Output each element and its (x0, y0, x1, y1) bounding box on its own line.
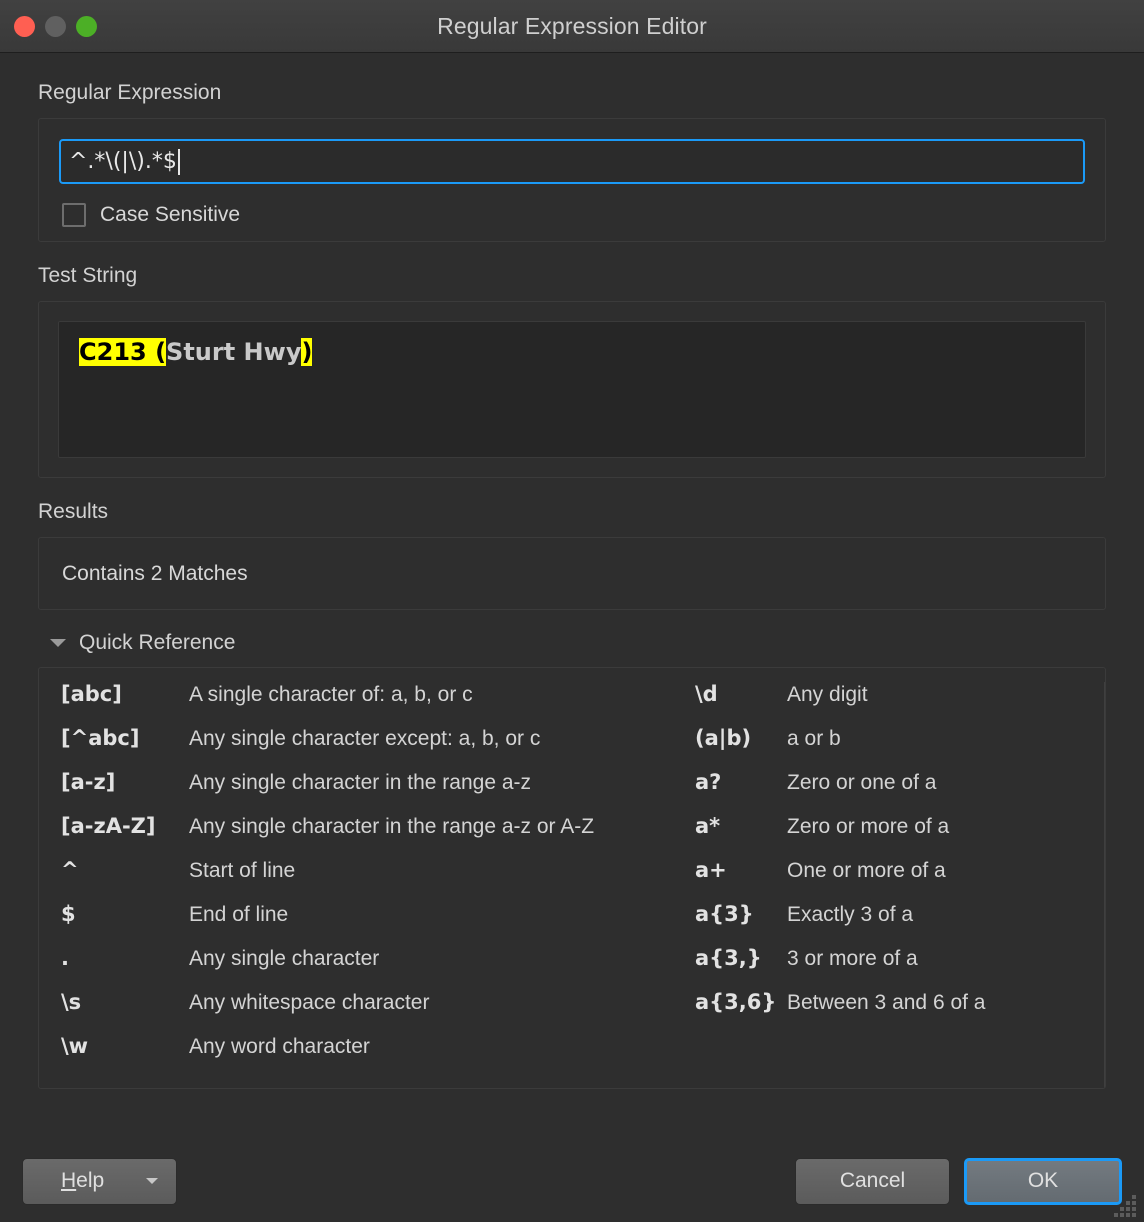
minimize-button[interactable] (45, 16, 66, 37)
quick-reference-row: ^ Start of line (61, 858, 679, 902)
zoom-button[interactable] (76, 16, 97, 37)
qr-pattern: a{3,} (695, 946, 762, 970)
dialog-content: Regular Expression ^.*\(|\).*$ Case Sens… (0, 53, 1144, 1089)
cancel-button-label: Cancel (839, 1169, 906, 1192)
qr-pattern: a+ (695, 858, 727, 882)
qr-pattern: a* (695, 814, 721, 838)
results-box: Contains 2 Matches (38, 537, 1106, 610)
quick-reference-toggle[interactable]: Quick Reference (50, 631, 1106, 655)
quick-reference-row: (a|b) a or b (695, 726, 1099, 770)
qr-pattern: a{3,6} (695, 990, 777, 1014)
quick-reference-row: a{3,} 3 or more of a (695, 946, 1099, 990)
qr-pattern: . (61, 946, 69, 970)
case-sensitive-checkbox[interactable] (62, 203, 86, 227)
quick-reference-row: a{3} Exactly 3 of a (695, 902, 1099, 946)
qr-description: Any single character in the range a-z (189, 771, 532, 794)
window-title: Regular Expression Editor (437, 12, 707, 39)
cancel-button[interactable]: Cancel (795, 1157, 950, 1205)
quick-reference-row: [a-zA-Z] Any single character in the ran… (61, 814, 679, 858)
help-button-mnemonic: H (61, 1169, 77, 1192)
qr-pattern: [a-zA-Z] (61, 814, 156, 838)
qr-pattern: [a-z] (61, 770, 116, 794)
qr-description: Zero or one of a (787, 771, 937, 794)
qr-description: Any single character in the range a-z or… (189, 815, 595, 838)
quick-reference-row: a{3,6} Between 3 and 6 of a (695, 990, 1099, 1034)
quick-reference-row: . Any single character (61, 946, 679, 990)
chevron-down-icon[interactable] (50, 639, 66, 647)
window-titlebar[interactable]: Regular Expression Editor (0, 0, 1144, 53)
quick-reference-title: Quick Reference (79, 631, 236, 654)
match-highlight-1: C213 ( (79, 338, 167, 366)
resize-grip-icon[interactable] (1114, 1193, 1140, 1219)
results-section: Results Contains 2 Matches (38, 500, 1106, 610)
qr-description: Any whitespace character (189, 991, 430, 1014)
test-string-input[interactable]: C213 (Sturt Hwy) (58, 321, 1086, 458)
quick-reference-row: a+ One or more of a (695, 858, 1099, 902)
qr-description: 3 or more of a (787, 947, 918, 970)
regex-input[interactable]: ^.*\(|\).*$ (59, 139, 1085, 184)
qr-pattern: [abc] (61, 682, 122, 706)
qr-description: a or b (787, 727, 841, 750)
case-sensitive-row[interactable]: Case Sensitive (62, 203, 1085, 227)
qr-description: Start of line (189, 859, 296, 882)
quick-reference-row: a? Zero or one of a (695, 770, 1099, 814)
help-button[interactable]: Help (22, 1157, 177, 1205)
quick-reference-right-column: \d Any digit (a|b) a or b a? Zero or one… (679, 682, 1099, 1088)
qr-description: Any digit (787, 683, 868, 706)
qr-pattern: ^ (61, 858, 79, 882)
regex-input-value: ^.*\(|\).*$ (69, 149, 177, 174)
quick-reference-panel: [abc] A single character of: a, b, or c … (38, 667, 1106, 1089)
test-string-label: Test String (38, 264, 138, 287)
quick-reference-row: [a-z] Any single character in the range … (61, 770, 679, 814)
qr-pattern: (a|b) (695, 726, 752, 750)
chevron-down-icon[interactable] (146, 1178, 158, 1184)
qr-description: Any single character except: a, b, or c (189, 727, 541, 750)
case-sensitive-label: Case Sensitive (100, 203, 241, 226)
qr-pattern: \w (61, 1034, 89, 1058)
qr-description: Any single character (189, 947, 380, 970)
qr-pattern: $ (61, 902, 76, 926)
quick-reference-row: \d Any digit (695, 682, 1099, 726)
qr-pattern: \d (695, 682, 718, 706)
qr-description: Exactly 3 of a (787, 903, 914, 926)
quick-reference-row: a* Zero or more of a (695, 814, 1099, 858)
test-string-section: Test String C213 (Sturt Hwy) (38, 264, 1106, 478)
quick-reference-divider (1104, 682, 1105, 1088)
close-button[interactable] (14, 16, 35, 37)
quick-reference-row: \s Any whitespace character (61, 990, 679, 1034)
qr-description: Any word character (189, 1035, 370, 1058)
qr-description: A single character of: a, b, or c (189, 683, 473, 706)
quick-reference-row: [abc] A single character of: a, b, or c (61, 682, 679, 726)
dialog-button-bar: Help Cancel OK (0, 1140, 1144, 1222)
text-caret (177, 148, 180, 175)
ok-button[interactable]: OK (964, 1157, 1122, 1205)
qr-description: Between 3 and 6 of a (787, 991, 986, 1014)
qr-pattern: a? (695, 770, 722, 794)
help-button-label: elp (76, 1169, 105, 1192)
match-highlight-2: ) (301, 338, 313, 366)
quick-reference-row: $ End of line (61, 902, 679, 946)
regular-expression-label: Regular Expression (38, 81, 222, 104)
window-controls (14, 0, 97, 53)
qr-description: Zero or more of a (787, 815, 950, 838)
qr-description: One or more of a (787, 859, 946, 882)
quick-reference-left-column: [abc] A single character of: a, b, or c … (39, 682, 679, 1088)
qr-description: End of line (189, 903, 289, 926)
quick-reference-row: [^abc] Any single character except: a, b… (61, 726, 679, 770)
quick-reference-row: \w Any word character (61, 1034, 679, 1078)
qr-pattern: [^abc] (61, 726, 140, 750)
qr-pattern: \s (61, 990, 82, 1014)
regular-expression-group: ^.*\(|\).*$ Case Sensitive (38, 118, 1106, 242)
qr-pattern: a{3} (695, 902, 754, 926)
ok-button-label: OK (1027, 1169, 1059, 1192)
test-string-group: C213 (Sturt Hwy) (38, 301, 1106, 478)
results-label: Results (38, 500, 109, 523)
results-value: Contains 2 Matches (62, 561, 248, 585)
test-string-plain: Sturt Hwy (166, 338, 302, 366)
